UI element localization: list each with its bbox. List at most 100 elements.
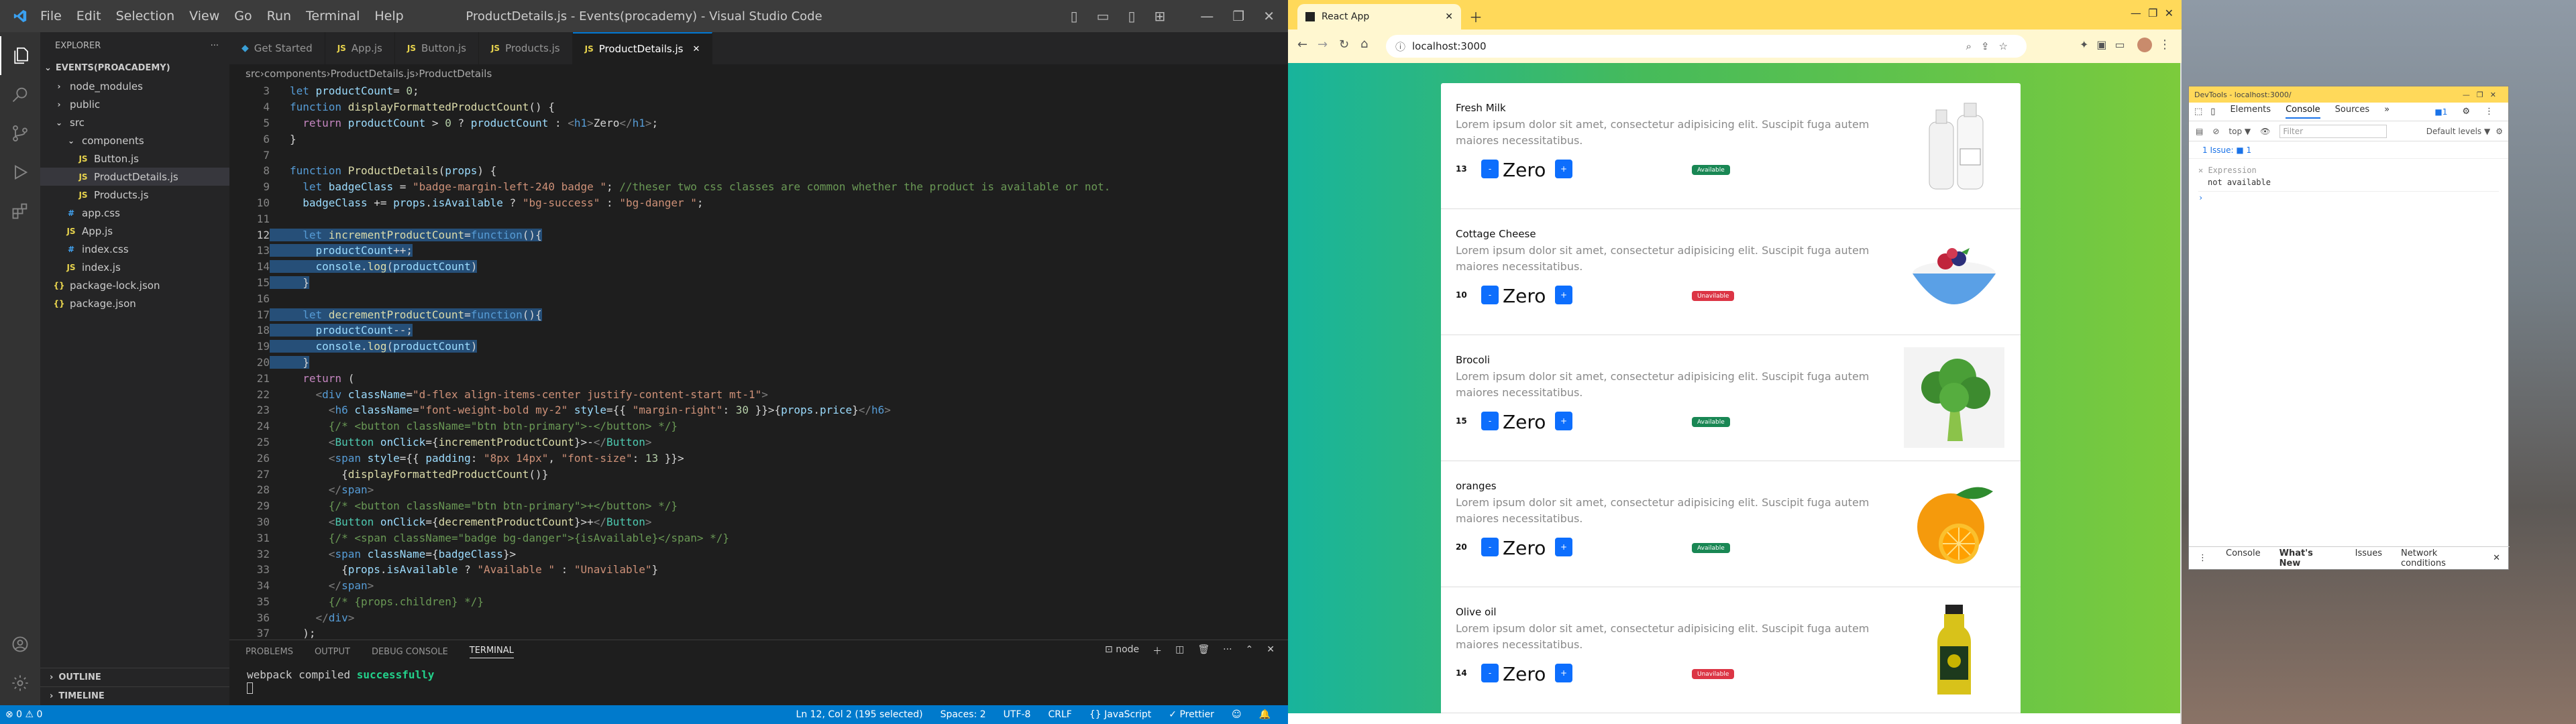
tree-item[interactable]: {} package.json (40, 294, 229, 312)
terminal-shell-label[interactable]: ⊡ node (1105, 644, 1139, 658)
panel-tab-terminal[interactable]: TERMINAL (469, 646, 514, 658)
context-select[interactable]: top ▼ (2229, 127, 2251, 136)
window-controls[interactable]: — ❐ ✕ (2131, 7, 2174, 19)
tree-item[interactable]: {} package-lock.json (40, 276, 229, 294)
language-mode[interactable]: {} JavaScript (1089, 709, 1151, 720)
close-icon[interactable]: ✕ (1263, 8, 1275, 24)
account-icon[interactable] (0, 625, 40, 664)
settings-gear-icon[interactable] (0, 664, 40, 703)
increment-button[interactable]: + (1555, 160, 1572, 178)
prettier-status[interactable]: ✓ Prettier (1169, 709, 1214, 720)
maximize-icon[interactable]: ❐ (1232, 8, 1244, 24)
menu-run[interactable]: Run (267, 9, 291, 23)
devtools-tab-sources[interactable]: Sources (2335, 105, 2369, 119)
code-editor[interactable]: 3 let productCount= 0; 4 function displayFo… (229, 83, 1288, 640)
bell-icon[interactable]: 🔔 (1259, 709, 1271, 720)
issues-bar[interactable]: 1 Issue: ■ 1 (2189, 141, 2508, 159)
close-drawer-icon[interactable]: ✕ (2493, 553, 2500, 563)
toggle-secondary-sidebar-icon[interactable]: ▯ (1128, 8, 1136, 24)
tree-item[interactable]: › node_modules (40, 77, 229, 95)
increment-button[interactable]: + (1555, 286, 1572, 304)
extensions-icon[interactable] (0, 192, 40, 231)
url-bar[interactable]: ⓘ localhost:3000 ⌕⇪☆ (1386, 35, 2027, 58)
menu-file[interactable]: File (40, 9, 62, 23)
drawer-tab-issues[interactable]: Issues (2355, 548, 2382, 568)
timeline-section[interactable]: › TIMELINE (40, 686, 229, 705)
tree-item[interactable]: › public (40, 95, 229, 113)
problems-count[interactable]: ⊗ 0 ⚠ 0 (5, 709, 42, 720)
log-levels-select[interactable]: Default levels ▼ (2426, 127, 2491, 136)
breadcrumb-item[interactable]: components (264, 68, 327, 80)
tab-app-js[interactable]: JS App.js (325, 32, 395, 64)
url-actions[interactable]: ⌕⇪☆ (1966, 40, 2017, 52)
tree-item[interactable]: # app.css (40, 204, 229, 222)
menu-edit[interactable]: Edit (76, 9, 101, 23)
workspace-root[interactable]: ⌄ EVENTS(PROACADEMY) (40, 59, 229, 77)
indentation[interactable]: Spaces: 2 (941, 709, 986, 720)
panel-tab-debug-console[interactable]: DEBUG CONSOLE (372, 647, 448, 657)
clear-console-icon[interactable]: ⊘ (2212, 127, 2219, 136)
new-tab-icon[interactable]: ＋ (1469, 7, 1483, 26)
tab-productdetails-js[interactable]: JS ProductDetails.js ✕ (572, 32, 713, 64)
terminal-output[interactable]: webpack compiled successfully (229, 663, 1288, 694)
split-terminal-icon[interactable]: ◫ (1175, 644, 1184, 658)
breadcrumb-item[interactable]: ProductDetails.js (331, 68, 415, 80)
tab-button-js[interactable]: JS Button.js (395, 32, 479, 64)
more-actions-icon[interactable]: ··· (1223, 644, 1232, 658)
tree-item[interactable]: JS App.js (40, 222, 229, 240)
encoding[interactable]: UTF-8 (1004, 709, 1031, 720)
more-actions-icon[interactable]: ··· (211, 41, 219, 51)
tree-item[interactable]: JS index.js (40, 258, 229, 276)
extension-icons[interactable]: ✦▣▭ (2080, 38, 2133, 51)
minimize-icon[interactable]: — (1200, 8, 1214, 24)
profile-avatar[interactable] (2137, 38, 2152, 52)
inspect-icon[interactable]: ⬚ (2194, 107, 2202, 117)
sidebar-toggle-icon[interactable]: ▤ (2196, 127, 2203, 136)
tree-item[interactable]: ⌄ src (40, 113, 229, 131)
maximize-panel-icon[interactable]: ⌃ (1246, 644, 1254, 658)
feedback-icon[interactable]: ☺ (1232, 709, 1242, 720)
tab-get-started[interactable]: ◆ Get Started (229, 32, 325, 64)
devtools-tab-elements[interactable]: Elements (2230, 105, 2271, 119)
tree-item[interactable]: JS Button.js (40, 149, 229, 168)
drawer-tab-network-conditions[interactable]: Network conditions (2401, 548, 2483, 568)
device-icon[interactable]: ▯ (2210, 107, 2215, 117)
menu-icon[interactable]: ⋮ (2159, 38, 2171, 52)
close-tab-icon[interactable]: ✕ (1445, 11, 1453, 22)
breadcrumb-item[interactable]: src (246, 68, 260, 80)
menu-help[interactable]: Help (374, 9, 403, 23)
tree-item[interactable]: JS ProductDetails.js (40, 168, 229, 186)
panel-tab-output[interactable]: OUTPUT (315, 647, 350, 657)
tree-item[interactable]: JS Products.js (40, 186, 229, 204)
decrement-button[interactable]: - (1481, 160, 1499, 178)
menu-selection[interactable]: Selection (116, 9, 175, 23)
toggle-panel-icon[interactable]: ▭ (1097, 8, 1110, 24)
decrement-button[interactable]: - (1481, 664, 1499, 682)
breadcrumb-item[interactable]: ProductDetails (419, 68, 492, 80)
close-icon[interactable]: ✕ (2198, 166, 2208, 175)
drawer-tab-what-s-new[interactable]: What's New (2279, 548, 2337, 568)
toggle-sidebar-icon[interactable]: ▯ (1071, 8, 1078, 24)
devtools-tab-console[interactable]: Console (2286, 105, 2320, 119)
source-control-icon[interactable] (0, 114, 40, 153)
increment-button[interactable]: + (1555, 664, 1572, 682)
menu-terminal[interactable]: Terminal (306, 9, 360, 23)
settings-gear-icon[interactable]: ⚙ (2496, 127, 2503, 136)
tab-products-js[interactable]: JS Products.js (479, 32, 573, 64)
panel-tab-problems[interactable]: PROBLEMS (246, 647, 293, 657)
run-debug-icon[interactable] (0, 153, 40, 192)
explorer-icon[interactable] (0, 36, 40, 75)
drawer-tab-console[interactable]: Console (2226, 548, 2261, 568)
filter-input[interactable]: Filter (2279, 124, 2387, 138)
tree-item[interactable]: ⌄ components (40, 131, 229, 149)
settings-gear-icon[interactable]: ⚙ (2462, 107, 2470, 117)
increment-button[interactable]: + (1555, 412, 1572, 430)
reload-icon[interactable]: ↻ (1339, 38, 1349, 52)
decrement-button[interactable]: - (1481, 412, 1499, 430)
issues-badge-icon[interactable]: ■1 (2434, 107, 2447, 117)
drawer-menu-icon[interactable]: ⋮ (2198, 553, 2207, 563)
browser-tab[interactable]: React App ✕ (1297, 4, 1461, 29)
increment-button[interactable]: + (1555, 538, 1572, 556)
forward-icon[interactable]: → (1318, 38, 1328, 52)
menu-view[interactable]: View (189, 9, 219, 23)
